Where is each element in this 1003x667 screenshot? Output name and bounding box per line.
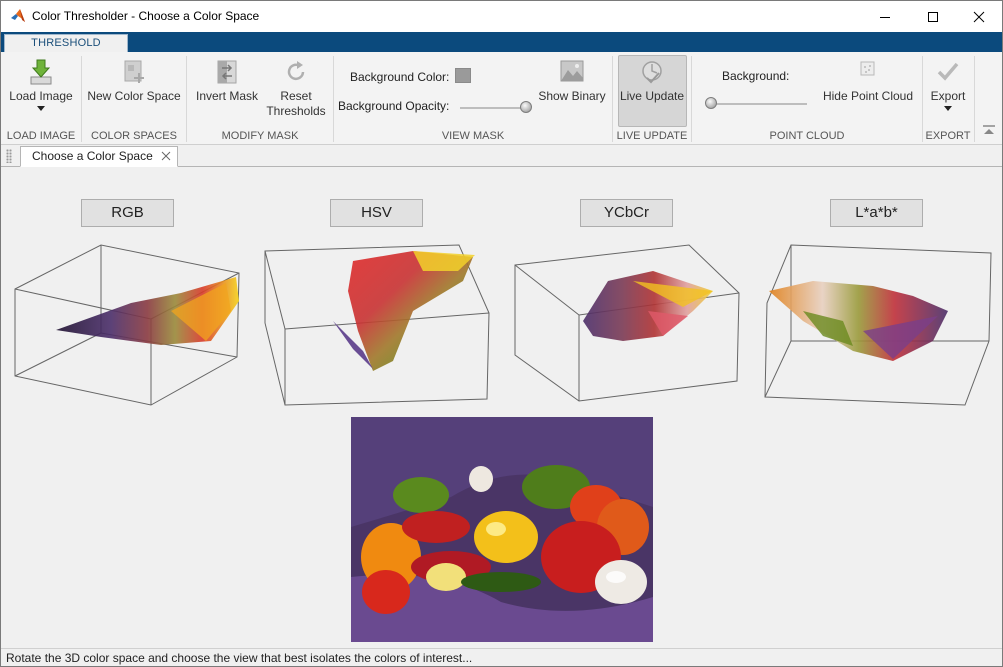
- ycbcr-point-cloud[interactable]: [513, 241, 743, 411]
- maximize-icon: [928, 11, 938, 22]
- point-cloud-background-label: Background:: [722, 69, 790, 83]
- load-image-icon: [30, 59, 52, 85]
- document-tab-label: Choose a Color Space: [32, 149, 153, 163]
- rgb-color-space-button[interactable]: RGB: [81, 199, 174, 227]
- live-update-icon: [642, 61, 662, 84]
- new-color-space-icon: [124, 60, 144, 83]
- lab-color-space-button[interactable]: L*a*b*: [830, 199, 923, 227]
- section-modify-mask: Invert Mask Reset Thresholds MODIFY MASK: [187, 52, 333, 145]
- hide-point-cloud-button[interactable]: Hide Point Cloud: [818, 58, 918, 104]
- show-binary-button[interactable]: Show Binary: [536, 58, 608, 104]
- section-label-color-spaces: COLOR SPACES: [91, 130, 177, 142]
- drag-grip-icon[interactable]: [6, 149, 12, 163]
- section-live-update: Live Update LIVE UPDATE: [613, 52, 691, 145]
- hide-point-cloud-label: Hide Point Cloud: [822, 89, 914, 103]
- new-color-space-label: New Color Space: [87, 89, 181, 103]
- minimize-button[interactable]: [862, 1, 908, 32]
- document-tab-bar: Choose a Color Space: [1, 145, 1002, 167]
- reset-thresholds-button[interactable]: Reset Thresholds: [263, 58, 329, 119]
- section-label-export: EXPORT: [925, 130, 971, 142]
- section-label-modify-mask: MODIFY MASK: [221, 130, 299, 142]
- ribbon: Load Image LOAD IMAGE New Color Space CO…: [1, 52, 1002, 145]
- section-label-load-image: LOAD IMAGE: [6, 130, 76, 142]
- background-opacity-slider-thumb[interactable]: [520, 101, 532, 113]
- lab-point-cloud[interactable]: [763, 241, 998, 411]
- export-label: Export: [930, 89, 966, 103]
- peppers-image: [351, 417, 653, 642]
- close-button[interactable]: [956, 1, 1002, 32]
- reset-thresholds-label-line2: Thresholds: [266, 104, 326, 118]
- background-color-label: Background Color:: [350, 70, 450, 84]
- invert-mask-icon: [217, 60, 237, 84]
- close-tab-icon[interactable]: [161, 151, 171, 161]
- rgb-point-cloud[interactable]: [11, 241, 246, 411]
- live-update-button[interactable]: Live Update: [617, 58, 687, 104]
- point-cloud-background-slider-thumb[interactable]: [705, 97, 717, 109]
- invert-mask-button[interactable]: Invert Mask: [191, 58, 263, 104]
- hsv-color-space-button[interactable]: HSV: [330, 199, 423, 227]
- dropdown-arrow-icon: [37, 106, 45, 111]
- section-load-image: Load Image LOAD IMAGE: [1, 52, 81, 145]
- reset-thresholds-label: Reset: [280, 89, 312, 103]
- tab-choose-a-color-space[interactable]: Choose a Color Space: [20, 146, 178, 167]
- status-bar: Rotate the 3D color space and choose the…: [1, 648, 1002, 666]
- section-point-cloud: Background: Hide Point Cloud POINT CLOUD: [692, 52, 922, 145]
- background-opacity-label: Background Opacity:: [338, 99, 450, 113]
- hsv-point-cloud[interactable]: [263, 241, 493, 411]
- background-color-swatch[interactable]: [455, 68, 471, 83]
- show-binary-label: Show Binary: [538, 89, 606, 103]
- title-bar: Color Thresholder - Choose a Color Space: [1, 1, 1002, 32]
- live-update-label: Live Update: [619, 89, 685, 103]
- reset-icon: [287, 61, 305, 81]
- app-window: Color Thresholder - Choose a Color Space…: [0, 0, 1003, 667]
- invert-mask-label: Invert Mask: [195, 89, 258, 103]
- show-binary-icon: [560, 60, 584, 82]
- tab-threshold[interactable]: THRESHOLD: [4, 34, 128, 53]
- color-space-chooser: RGB HSV YCbCr L*a*b*: [1, 167, 1002, 648]
- section-label-live-update: LIVE UPDATE: [616, 130, 688, 142]
- load-image-button[interactable]: Load Image: [5, 58, 77, 111]
- section-export: Export EXPORT: [923, 52, 973, 145]
- load-image-label: Load Image: [9, 89, 73, 103]
- ycbcr-color-space-button[interactable]: YCbCr: [580, 199, 673, 227]
- minimize-icon: [880, 16, 890, 18]
- window-title: Color Thresholder - Choose a Color Space: [32, 9, 260, 23]
- close-icon: [973, 11, 985, 22]
- dropdown-arrow-icon: [944, 106, 952, 111]
- new-color-space-button[interactable]: New Color Space: [86, 58, 182, 104]
- maximize-button[interactable]: [910, 1, 956, 32]
- ribbon-separator: [974, 56, 975, 142]
- export-button[interactable]: Export: [925, 58, 971, 111]
- section-label-view-mask: VIEW MASK: [441, 130, 505, 142]
- checkmark-icon: [937, 62, 959, 81]
- point-cloud-background-slider[interactable]: [711, 103, 807, 105]
- matlab-logo-icon: [11, 9, 25, 22]
- hide-point-cloud-icon: [860, 61, 875, 76]
- section-color-spaces: New Color Space COLOR SPACES: [82, 52, 186, 145]
- background-opacity-slider[interactable]: [460, 107, 526, 109]
- ribbon-tab-strip: THRESHOLD: [1, 32, 1002, 53]
- section-label-point-cloud: POINT CLOUD: [769, 130, 845, 142]
- collapse-ribbon-icon: [983, 125, 995, 134]
- section-view-mask: Background Color: Background Opacity: Sh…: [334, 52, 612, 145]
- collapse-ribbon-button[interactable]: [983, 124, 995, 138]
